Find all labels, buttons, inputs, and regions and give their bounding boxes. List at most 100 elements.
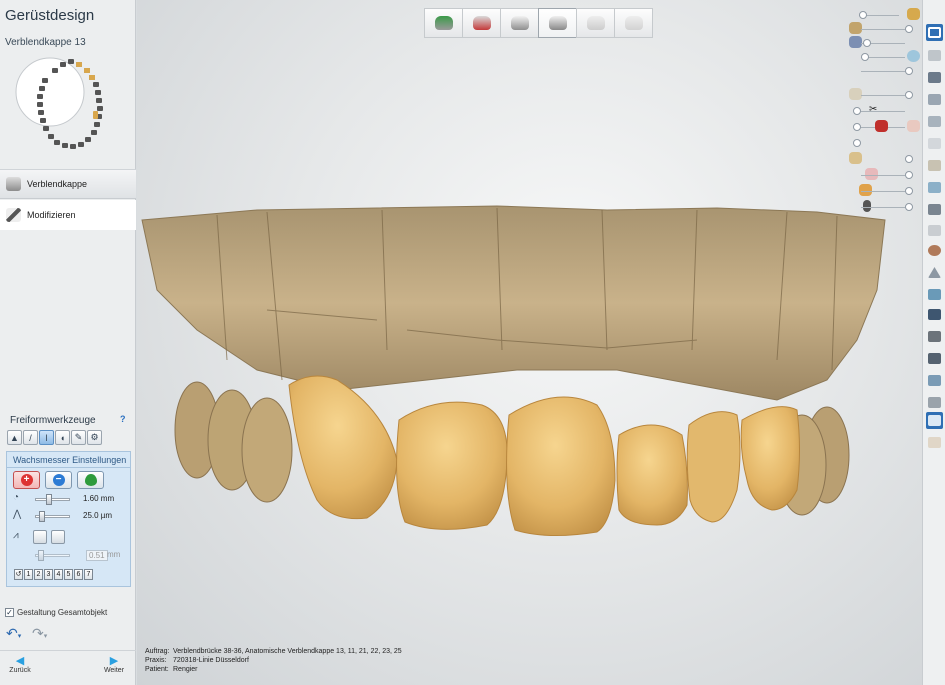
visibility-slider[interactable] <box>849 8 921 22</box>
left-panel: Gerüstdesign Verblendkappe 13 Verblendka… <box>0 0 136 685</box>
remove-wax-button[interactable]: − <box>45 471 72 489</box>
workflow-step-model[interactable] <box>500 8 539 38</box>
measure-button[interactable] <box>926 179 943 196</box>
wax-knife-tool-button[interactable]: ǀ <box>39 430 54 445</box>
smooth-icon: / <box>29 432 32 443</box>
whole-object-label: Gestaltung Gesamtobjekt <box>17 608 108 617</box>
finger-icon <box>928 437 941 448</box>
settings-tool-button[interactable]: ⚙ <box>87 430 102 445</box>
fit-view-button[interactable] <box>926 24 943 41</box>
strength-slider[interactable] <box>35 511 70 522</box>
warning-button[interactable] <box>926 264 943 281</box>
smooth-wax-button[interactable] <box>77 471 104 489</box>
preset-button[interactable]: 3 <box>44 569 53 580</box>
step-modifizieren[interactable]: Modifizieren <box>0 200 136 230</box>
drop-icon <box>84 474 97 486</box>
cylinder-button[interactable] <box>926 222 943 239</box>
cut-icon <box>928 116 941 127</box>
view-cap-icon <box>928 72 941 83</box>
finger-tool-button[interactable] <box>926 434 943 451</box>
3d-viewport[interactable]: ✂ Auftrag: Verblendbrücke 38-36, Anatomi… <box>137 0 922 685</box>
undo-icon[interactable]: ↶▾ <box>6 625 21 642</box>
depth-slider[interactable] <box>35 550 70 561</box>
preset-button[interactable]: 5 <box>64 569 73 580</box>
sculpt-tool-button[interactable]: ✎ <box>71 430 86 445</box>
visibility-slider[interactable] <box>849 136 921 150</box>
slider-thumb[interactable] <box>46 494 52 505</box>
visibility-slider[interactable]: ✂ <box>849 104 921 118</box>
screenshot-button[interactable] <box>926 286 943 303</box>
back-button[interactable]: ◀ Zurück <box>0 655 40 674</box>
whole-object-checkbox[interactable]: ✓ <box>5 608 14 617</box>
view-front-button[interactable] <box>926 69 943 86</box>
visibility-slider[interactable] <box>849 152 921 166</box>
section-button[interactable] <box>926 201 943 218</box>
print-button[interactable] <box>926 394 943 411</box>
divider <box>7 467 130 468</box>
back-label: Zurück <box>9 667 31 674</box>
crown-gold-icon <box>907 8 920 20</box>
workflow-step-export[interactable] <box>576 8 615 38</box>
workflow-step-admin[interactable] <box>424 8 463 38</box>
workflow-step-output[interactable] <box>614 8 653 38</box>
tooth-view-button[interactable] <box>926 157 943 174</box>
preset-button[interactable]: 2 <box>34 569 43 580</box>
praxis-value: 720318-Linie Düsseldorf <box>173 657 249 664</box>
radius-slider[interactable] <box>35 494 70 505</box>
reset-icon: ↺ <box>15 571 22 578</box>
axis-button[interactable] <box>926 350 943 367</box>
profile-shape-button-1[interactable] <box>33 530 47 544</box>
visibility-slider[interactable] <box>849 120 921 134</box>
step-label: Modifizieren <box>27 210 76 220</box>
next-button[interactable]: ▶ Weiter <box>94 655 134 674</box>
scissors-icon: ✂ <box>869 104 878 115</box>
depth-value[interactable]: 0.51 <box>86 550 108 561</box>
search-view-button[interactable] <box>926 135 943 152</box>
shield-button[interactable] <box>926 328 943 345</box>
visibility-slider[interactable] <box>849 64 921 78</box>
workflow-step-scan[interactable] <box>462 8 501 38</box>
tooth-green-icon <box>434 16 453 30</box>
restoration-subtitle: Verblendkappe 13 <box>5 37 86 48</box>
visibility-slider[interactable] <box>849 36 921 50</box>
camera-button[interactable] <box>926 306 943 323</box>
dental-model-3d[interactable] <box>137 200 922 540</box>
preset-button[interactable]: 4 <box>54 569 63 580</box>
shield-icon <box>928 331 941 342</box>
active-tool-button[interactable] <box>926 412 943 429</box>
add-material-tool-button[interactable]: ▲ <box>7 430 22 445</box>
tooth-chart[interactable] <box>12 48 122 166</box>
rotate-view-button[interactable] <box>926 47 943 64</box>
auftrag-key: Auftrag: <box>145 648 170 655</box>
preset-button[interactable]: 6 <box>74 569 83 580</box>
visibility-slider[interactable] <box>849 88 921 102</box>
profile-shape-button-2[interactable] <box>51 530 65 544</box>
redo-icon[interactable]: ↷▾ <box>32 625 47 642</box>
smooth-tool-button[interactable]: / <box>23 430 38 445</box>
add-wax-button[interactable]: + <box>13 471 40 489</box>
visibility-slider[interactable] <box>849 50 921 64</box>
step-verblendkappe[interactable]: Verblendkappe <box>0 169 136 199</box>
view-side-button[interactable] <box>926 113 943 130</box>
slider-thumb[interactable] <box>38 550 44 561</box>
sculpt-icon: ✎ <box>74 432 83 442</box>
visibility-slider[interactable] <box>849 22 921 36</box>
section-icon <box>928 204 941 215</box>
freeform-tools-title: Freiformwerkzeuge <box>10 415 96 426</box>
workflow-step-design[interactable] <box>538 8 577 38</box>
view-top-button[interactable] <box>926 91 943 108</box>
strength-slider-row: ⋀ 25.0 µm <box>13 509 128 523</box>
whole-object-option: ✓ Gestaltung Gesamtobjekt <box>5 608 107 617</box>
face-button[interactable] <box>926 242 943 259</box>
settings-icon <box>928 375 941 386</box>
settings-button[interactable] <box>926 372 943 389</box>
visibility-slider[interactable] <box>849 184 921 198</box>
visibility-slider[interactable] <box>849 168 921 182</box>
die-icon <box>849 152 862 164</box>
help-icon[interactable]: ? <box>120 414 126 424</box>
preset-reset-button[interactable]: ↺ <box>14 569 23 580</box>
shape-tool-button[interactable]: ◖ <box>55 430 70 445</box>
slider-thumb[interactable] <box>39 511 45 522</box>
preset-button[interactable]: 7 <box>84 569 93 580</box>
preset-button[interactable]: 1 <box>24 569 33 580</box>
